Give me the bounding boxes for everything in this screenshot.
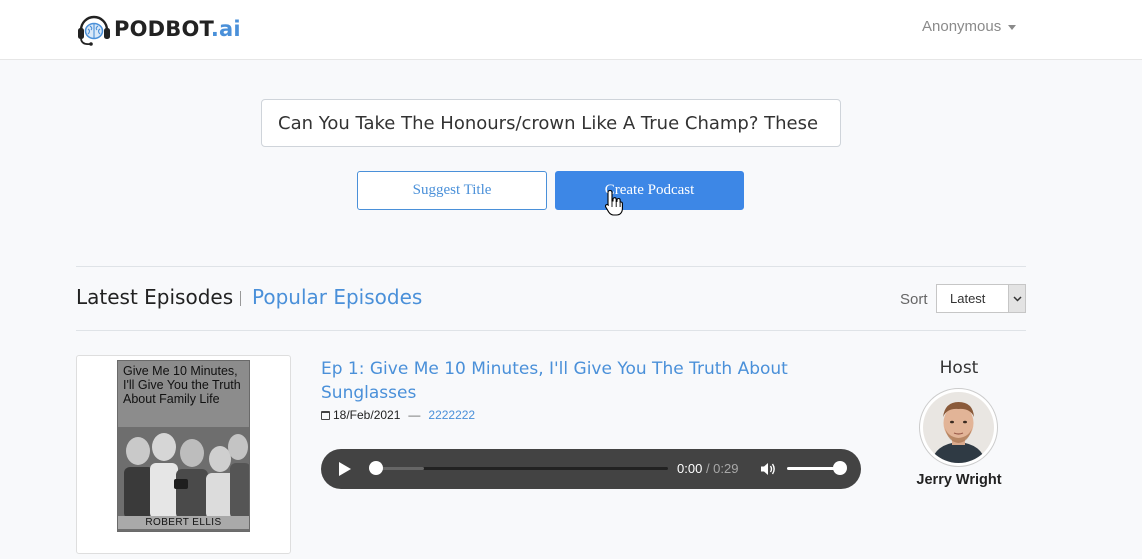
- episode-tag-link[interactable]: 2222222: [428, 408, 475, 422]
- duration-time: / 0:29: [705, 461, 739, 476]
- seek-thumb[interactable]: [369, 461, 383, 475]
- sort-select[interactable]: Latest: [936, 284, 1026, 313]
- sort-selected-value: Latest: [950, 291, 986, 306]
- current-time: 0:00: [677, 461, 703, 476]
- seek-buffered: [376, 467, 424, 470]
- podcast-title-input[interactable]: [261, 99, 841, 147]
- meta-separator: —: [408, 408, 421, 422]
- episode-title-link[interactable]: Ep 1: Give Me 10 Minutes, I'll Give You …: [321, 357, 821, 405]
- divider-bottom: [76, 330, 1026, 331]
- tab-latest-episodes[interactable]: Latest Episodes: [76, 285, 233, 309]
- tab-popular-episodes[interactable]: Popular Episodes: [252, 285, 422, 309]
- sort-label: Sort: [900, 291, 928, 308]
- host-avatar[interactable]: [919, 388, 998, 467]
- volume-thumb[interactable]: [833, 461, 847, 475]
- seek-bar[interactable]: [376, 467, 668, 470]
- caret-down-icon: [1008, 24, 1017, 30]
- audio-player: 0:00 / 0:29: [321, 449, 861, 489]
- user-dropdown-label: Anonymous: [922, 18, 1002, 35]
- create-podcast-button[interactable]: Create Podcast: [555, 171, 744, 210]
- cover-author-text: ROBERT ELLIS: [118, 516, 249, 529]
- calendar-icon: [321, 410, 330, 420]
- divider-top: [76, 266, 1026, 267]
- suggest-title-button[interactable]: Suggest Title: [357, 171, 547, 210]
- headset-brain-icon: [78, 15, 110, 46]
- brand-name-part1: PODBOT: [114, 17, 211, 41]
- play-icon[interactable]: [339, 462, 351, 476]
- episode-cover-card[interactable]: Give Me 10 Minutes, I'll Give You the Tr…: [76, 355, 291, 554]
- tab-separator: [240, 291, 241, 306]
- host-portrait: [923, 392, 994, 463]
- episode-cover-image: Give Me 10 Minutes, I'll Give You the Tr…: [117, 360, 250, 532]
- top-navbar: PODBOT.ai Anonymous: [0, 0, 1142, 60]
- user-dropdown-toggle[interactable]: Anonymous: [922, 18, 1017, 35]
- host-name: Jerry Wright: [916, 472, 1002, 488]
- episode-date: 18/Feb/2021: [333, 408, 401, 422]
- brand-name: PODBOT.ai: [114, 17, 241, 41]
- chevron-down-icon: [1008, 285, 1025, 312]
- hand-pointer-cursor-icon: [604, 189, 623, 216]
- host-label: Host: [939, 358, 979, 378]
- brand-name-part2: .ai: [210, 17, 241, 41]
- brand-logo-link[interactable]: PODBOT.ai: [76, 12, 241, 46]
- time-display: 0:00 / 0:29: [677, 461, 738, 476]
- episode-meta: 18/Feb/2021 — 2222222: [321, 408, 475, 422]
- cover-title-text: Give Me 10 Minutes, I'll Give You the Tr…: [123, 364, 241, 406]
- volume-icon[interactable]: [760, 461, 776, 477]
